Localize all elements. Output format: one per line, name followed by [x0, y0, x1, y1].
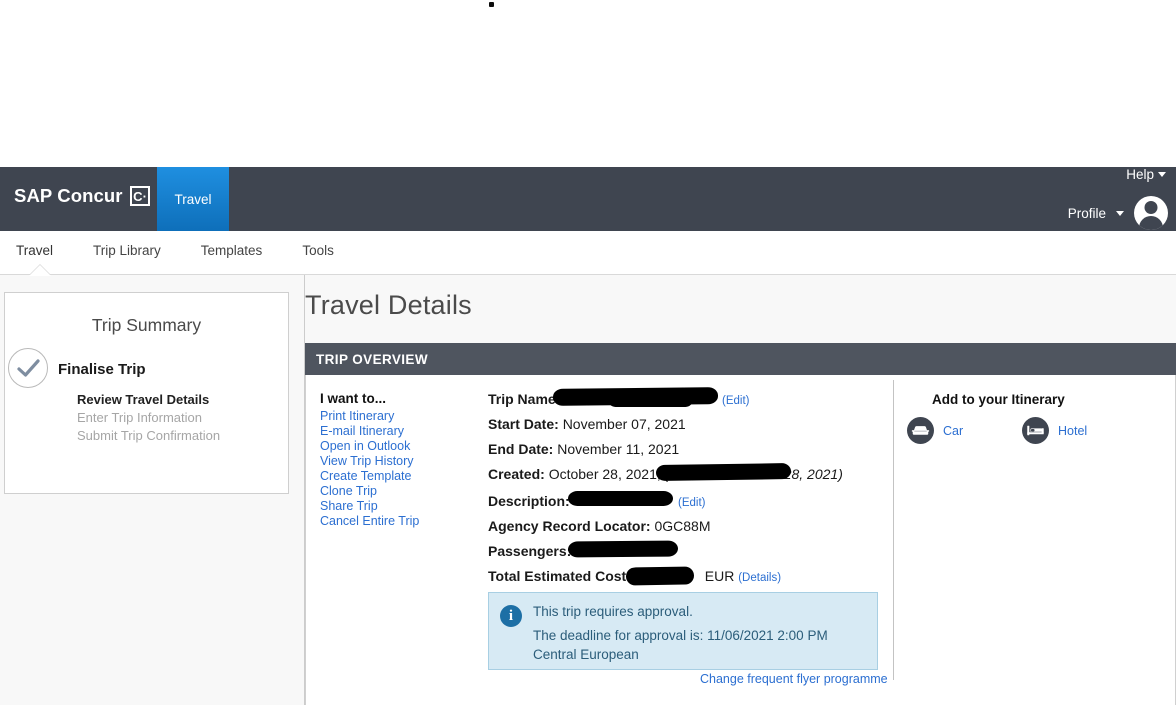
main-nav-bar: Travel Trip Library Templates Tools — [0, 231, 1176, 275]
add-hotel-label[interactable]: Hotel — [1058, 424, 1087, 438]
tab-trip-library[interactable]: Trip Library — [93, 243, 183, 258]
description-edit-link[interactable]: (Edit) — [678, 494, 705, 512]
bed-glyph — [1027, 425, 1044, 436]
redaction-mark — [655, 463, 792, 481]
active-tab-indicator — [29, 265, 51, 276]
link-print-itinerary[interactable]: Print Itinerary — [320, 409, 480, 424]
app-window: SAP Concur C· Travel Help Profile Travel… — [0, 0, 1176, 705]
field-total-estimated-cost: Total Estimated Cost: EUR (Details) — [488, 566, 888, 587]
trip-name-label: Trip Name: — [488, 391, 561, 407]
trip-summary-title: Trip Summary — [91, 315, 202, 335]
link-email-itinerary[interactable]: E-mail Itinerary — [320, 424, 480, 439]
field-created: Created: October 28, 2021, (Modified: Oc… — [488, 463, 888, 483]
start-date-label: Start Date: — [488, 416, 559, 432]
approval-line-2: The deadline for approval is: 11/06/2021… — [533, 628, 828, 662]
end-date-label: End Date: — [488, 441, 554, 457]
stray-dot-artifact — [489, 2, 494, 7]
nav-tabs: Travel Trip Library Templates Tools — [16, 243, 374, 258]
help-label: Help — [1126, 167, 1154, 182]
approval-notice-text: This trip requires approval. The deadlin… — [533, 602, 868, 664]
redaction-mark — [568, 491, 673, 506]
link-share-trip[interactable]: Share Trip — [320, 499, 480, 514]
trip-overview-header: TRIP OVERVIEW — [305, 343, 1176, 375]
check-glyph — [17, 359, 40, 377]
chevron-down-icon — [1158, 172, 1166, 177]
description-label: Description: — [488, 493, 570, 509]
profile-menu[interactable]: Profile — [1068, 196, 1168, 230]
trip-name-edit-link[interactable]: (Edit) — [722, 392, 749, 410]
check-icon — [8, 348, 48, 388]
field-agency-record-locator: Agency Record Locator: 0GC88M — [488, 517, 888, 535]
field-description: Description: (Edit) — [488, 491, 888, 512]
blank-top-area — [0, 0, 1176, 167]
i-want-to-section: I want to... Print Itinerary E-mail Itin… — [320, 391, 480, 529]
passengers-label: Passengers: — [488, 543, 572, 559]
created-label: Created: — [488, 466, 545, 482]
field-trip-name: Trip Name: (Edit) — [488, 387, 888, 410]
approval-line-1: This trip requires approval. — [533, 604, 693, 619]
trip-summary-substeps: Review Travel Details Enter Trip Informa… — [77, 391, 220, 445]
substep-review-travel-details[interactable]: Review Travel Details — [77, 391, 220, 409]
agency-locator-label: Agency Record Locator: — [488, 518, 651, 534]
field-passengers: Passengers: — [488, 540, 888, 560]
total-cost-details-link[interactable]: (Details) — [738, 572, 781, 584]
i-want-to-title: I want to... — [320, 391, 386, 406]
tab-templates[interactable]: Templates — [201, 243, 285, 258]
add-hotel-item[interactable]: Hotel — [1022, 417, 1087, 444]
total-cost-label: Total Estimated Cost: — [488, 568, 631, 584]
chevron-down-icon — [1116, 210, 1124, 216]
total-cost-currency: EUR — [704, 568, 735, 584]
link-cancel-entire-trip[interactable]: Cancel Entire Trip — [320, 514, 480, 529]
redaction-mark — [567, 540, 679, 558]
approval-notice: i This trip requires approval. The deadl… — [488, 592, 878, 670]
add-itinerary-title: Add to your Itinerary — [932, 392, 1065, 407]
profile-label: Profile — [1067, 205, 1106, 221]
concur-mark-icon: C· — [129, 186, 150, 206]
car-icon — [907, 417, 934, 444]
end-date-value: November 11, 2021 — [557, 441, 680, 457]
page-title: Travel Details — [305, 290, 472, 320]
created-value: October 28, 2021, — [548, 466, 661, 482]
tab-tools[interactable]: Tools — [302, 243, 356, 258]
car-glyph — [911, 426, 930, 435]
link-open-in-outlook[interactable]: Open in Outlook — [320, 439, 480, 454]
link-clone-trip[interactable]: Clone Trip — [320, 484, 480, 499]
redaction-mark — [608, 392, 693, 407]
substep-enter-trip-information[interactable]: Enter Trip Information — [77, 409, 220, 427]
tab-travel[interactable]: Travel — [16, 243, 75, 258]
travel-app-chip[interactable]: Travel — [157, 167, 229, 231]
info-icon: i — [500, 605, 522, 627]
link-create-template[interactable]: Create Template — [320, 469, 480, 484]
agency-locator-value: 0GC88M — [654, 518, 711, 534]
sap-concur-logo[interactable]: SAP Concur C· — [14, 185, 150, 207]
field-start-date: Start Date: November 07, 2021 — [488, 415, 888, 433]
field-end-date: End Date: November 11, 2021 — [488, 440, 888, 458]
redaction-mark — [625, 566, 695, 586]
finalise-trip-step[interactable]: Finalise Trip — [58, 361, 146, 378]
hotel-bed-icon — [1022, 417, 1049, 444]
brand-text: SAP Concur — [14, 185, 123, 206]
add-car-item[interactable]: Car — [907, 417, 1022, 444]
link-view-trip-history[interactable]: View Trip History — [320, 454, 480, 469]
add-itinerary-items: Car Hotel — [907, 417, 1087, 444]
panel-divider — [893, 380, 894, 680]
start-date-value: November 07, 2021 — [562, 416, 686, 432]
avatar[interactable] — [1134, 196, 1168, 230]
trip-detail-fields: Trip Name: (Edit) Start Date: November 0… — [488, 387, 888, 594]
substep-submit-trip-confirmation[interactable]: Submit Trip Confirmation — [77, 427, 220, 445]
add-car-label[interactable]: Car — [943, 424, 963, 438]
help-menu[interactable]: Help — [1126, 167, 1166, 182]
change-frequent-flyer-link[interactable]: Change frequent flyer programme — [700, 672, 888, 686]
